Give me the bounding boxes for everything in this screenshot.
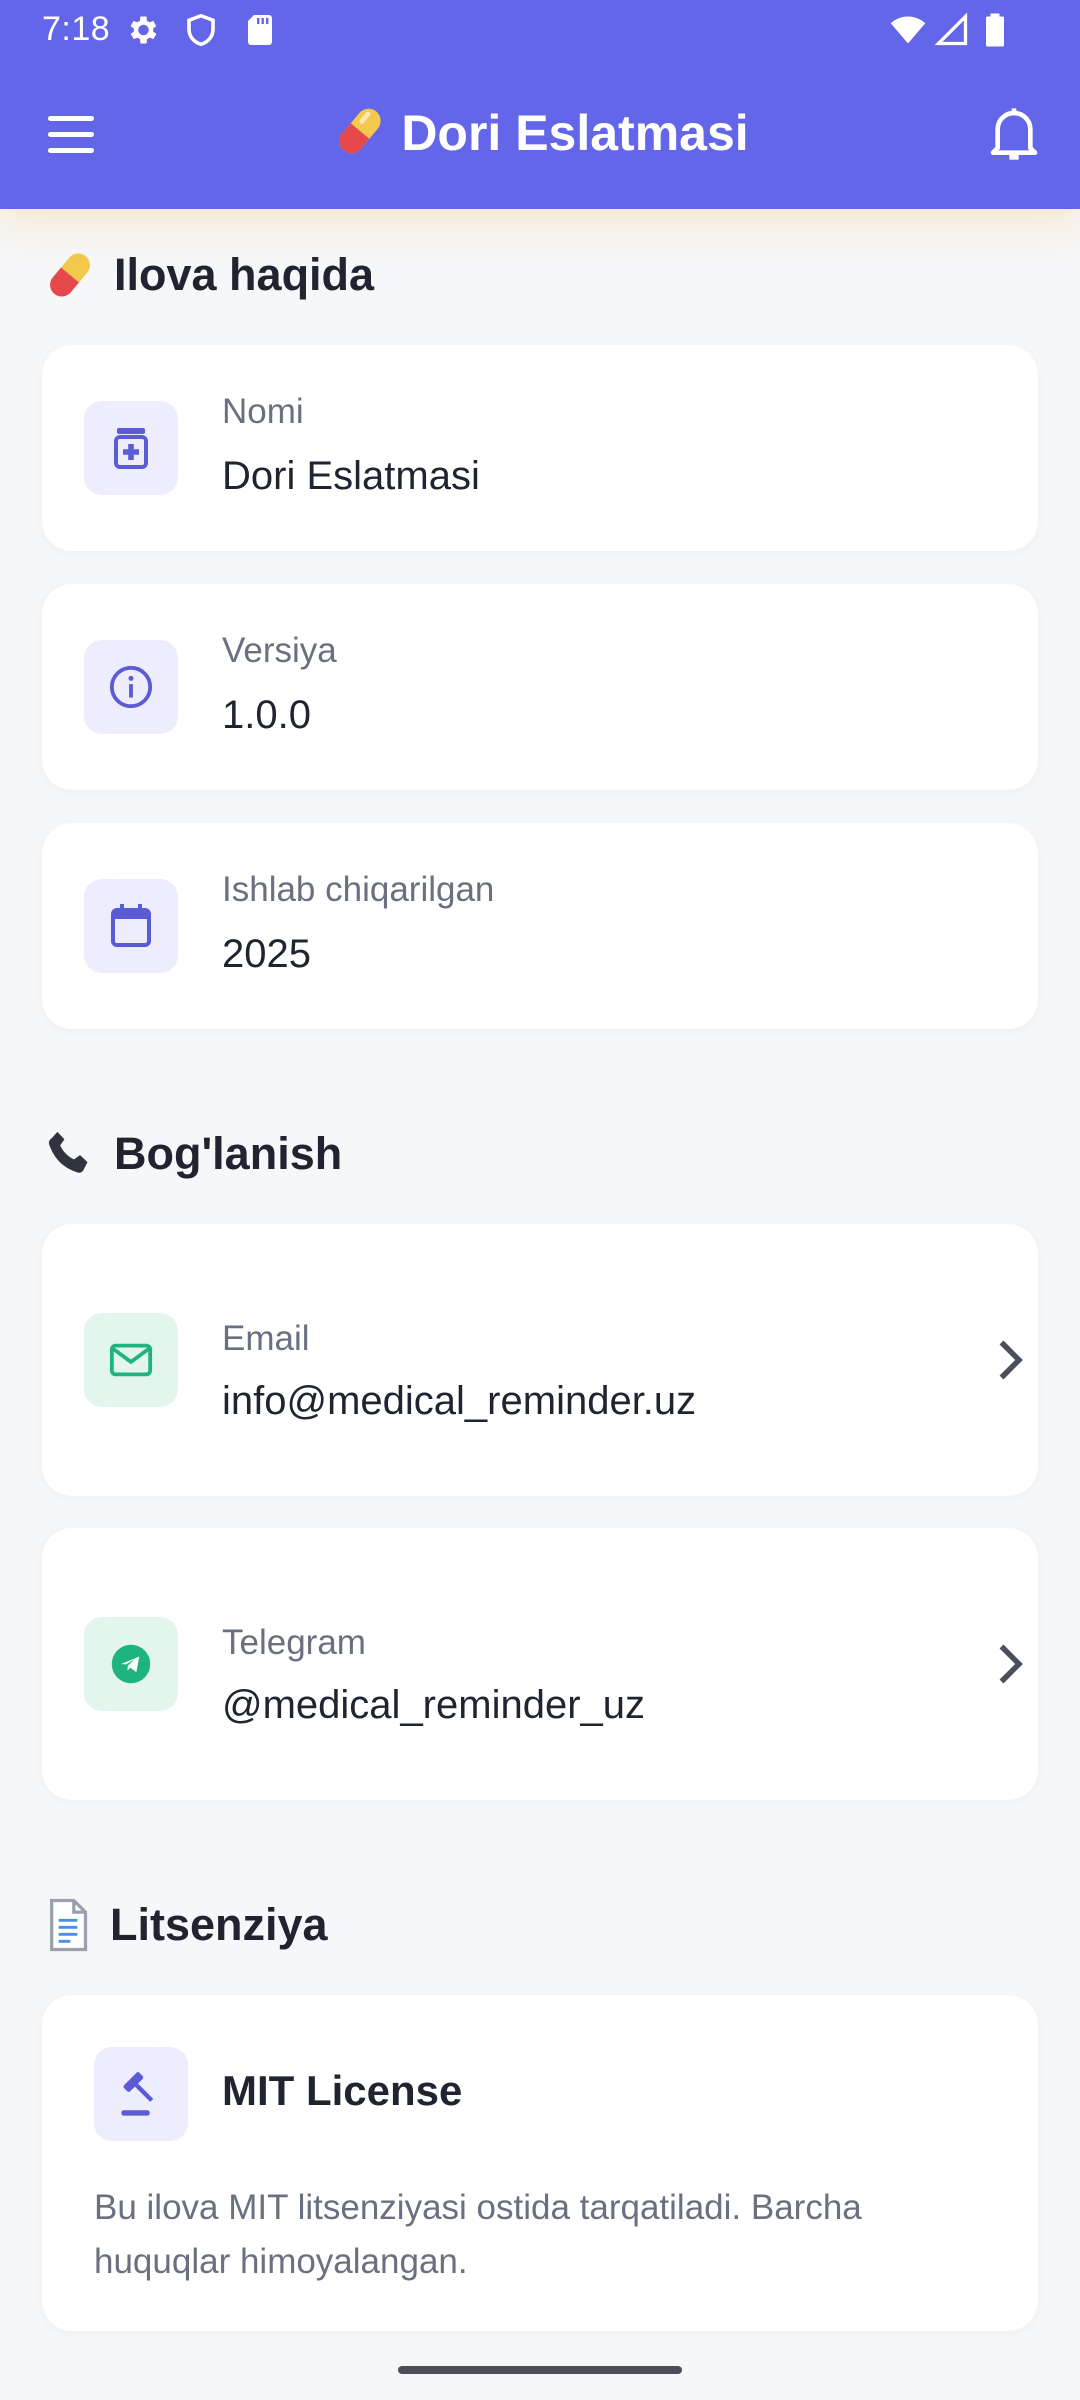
info-icon	[109, 665, 153, 709]
sd-card-icon	[248, 15, 272, 45]
section-title-about: Ilova haqida	[42, 245, 374, 305]
cellular-signal-icon	[934, 12, 968, 46]
card-label: Telegram	[222, 1623, 366, 1662]
status-bar: 7:18	[0, 0, 1080, 62]
card-value: info@medical_reminder.uz	[222, 1379, 697, 1423]
pill-icon	[50, 253, 90, 297]
telegram-icon-box	[84, 1617, 178, 1711]
calendar-icon-box	[84, 879, 178, 973]
gavel-icon-box	[94, 2047, 188, 2141]
telegram-icon	[111, 1644, 151, 1684]
document-icon	[50, 1898, 88, 1952]
header: 7:18 Dori Eslatmasi	[0, 0, 1080, 209]
phone-icon	[48, 1131, 88, 1173]
notifications-button[interactable]	[986, 102, 1042, 166]
mail-icon-box	[84, 1313, 178, 1407]
chevron-right-icon	[999, 1340, 1023, 1380]
card-label: Versiya	[222, 631, 337, 670]
app-bar: Dori Eslatmasi	[0, 62, 1080, 209]
contact-telegram-card[interactable]: Telegram @medical_reminder_uz	[42, 1528, 1038, 1800]
home-indicator[interactable]	[398, 2366, 682, 2374]
info-card-version: Versiya 1.0.0	[42, 584, 1038, 790]
calendar-icon	[111, 904, 151, 947]
card-label: Email	[222, 1319, 310, 1358]
card-value: @medical_reminder_uz	[222, 1683, 646, 1727]
shield-icon	[187, 13, 215, 47]
gavel-icon	[121, 2072, 154, 2116]
card-value: 1.0.0	[222, 693, 311, 737]
contact-email-card[interactable]: Email info@medical_reminder.uz	[42, 1224, 1038, 1496]
status-time: 7:18	[42, 10, 111, 48]
card-label: Ishlab chiqarilgan	[222, 870, 495, 909]
info-card-year: Ishlab chiqarilgan 2025	[42, 823, 1038, 1029]
card-value: 2025	[222, 932, 311, 976]
card-value: Dori Eslatmasi	[222, 454, 480, 498]
license-name: MIT License	[222, 2067, 463, 2114]
info-card-name: Nomi Dori Eslatmasi	[42, 345, 1038, 551]
medication-icon-box	[84, 401, 178, 495]
settings-gear-icon	[130, 16, 157, 44]
pill-icon	[339, 108, 381, 154]
medication-icon	[114, 428, 148, 469]
wifi-icon	[890, 16, 926, 44]
section-title-contact: Bog'lanish	[42, 1124, 342, 1184]
license-card: MIT License Bu ilova MIT litsenziyasi os…	[42, 1995, 1038, 2331]
bell-icon	[990, 108, 1038, 160]
license-description: Bu ilova MIT litsenziyasi ostida tarqati…	[94, 2188, 862, 2281]
app-title-text: Dori Eslatmasi	[401, 105, 749, 161]
chevron-right-icon	[999, 1644, 1023, 1684]
battery-icon	[986, 13, 1004, 47]
card-label: Nomi	[222, 392, 304, 431]
app-title: Dori Eslatmasi	[0, 102, 1080, 163]
info-icon-box	[84, 640, 178, 734]
mail-icon	[109, 1343, 153, 1377]
section-title-license: Litsenziya	[42, 1895, 328, 1955]
